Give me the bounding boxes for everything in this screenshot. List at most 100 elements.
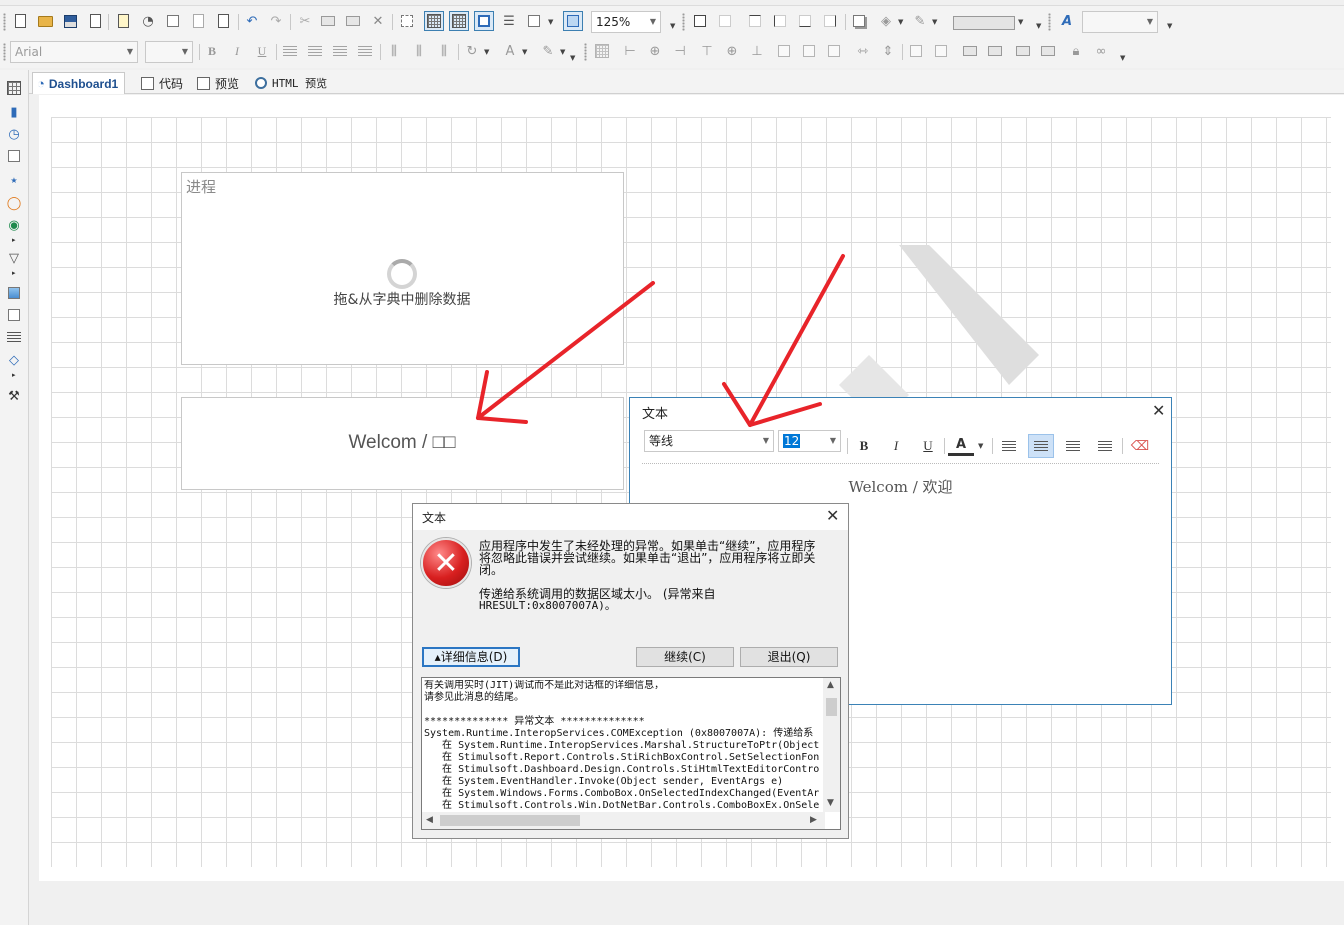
move-forward-button[interactable]	[960, 41, 980, 61]
rotate-button[interactable]: ↻	[462, 41, 482, 61]
editor-italic-button[interactable]: I	[883, 434, 909, 458]
editor-font-combo[interactable]: 等线 ▼	[644, 430, 774, 452]
cut-button[interactable]: ✂	[295, 11, 315, 31]
editor-font-size-combo[interactable]: 12 ▼	[778, 430, 841, 452]
details-textbox[interactable]: 有关调用实时(JIT)调试而不是此对话框的详细信息， 请参见此消息的结尾。 ***…	[421, 677, 841, 830]
move-backward-button[interactable]	[985, 41, 1005, 61]
space-horizontal-button[interactable]: ⇿	[853, 41, 873, 61]
border-left-button[interactable]	[770, 11, 790, 31]
bring-to-front-button[interactable]	[906, 41, 926, 61]
chart-icon[interactable]: ▮	[6, 104, 22, 120]
new-report-button[interactable]	[10, 11, 30, 31]
print-preview-button[interactable]	[85, 11, 105, 31]
chevron-down-icon[interactable]: ▼	[898, 18, 903, 26]
align-middles-button[interactable]: ⊕	[722, 41, 742, 61]
shadow-button[interactable]	[849, 11, 869, 31]
center-horizontal-button[interactable]	[774, 41, 794, 61]
indicator-icon[interactable]: ★	[6, 172, 22, 188]
pivot-icon[interactable]	[6, 148, 22, 164]
text-widget[interactable]: Welcom / □□	[181, 397, 624, 490]
toolbar-overflow-icon[interactable]: ▼	[1036, 22, 1041, 30]
zoom-fit-button[interactable]	[563, 11, 583, 31]
align-to-grid-button[interactable]	[449, 11, 469, 31]
editor-clear-format-button[interactable]: ⌫	[1127, 434, 1153, 458]
show-headers-button[interactable]	[474, 11, 494, 31]
gauge-icon[interactable]: ◷	[6, 126, 22, 142]
editor-font-color-button[interactable]: A	[948, 436, 974, 456]
map-icon[interactable]: ◉	[6, 217, 22, 233]
editor-underline-button[interactable]: U	[915, 434, 941, 458]
underline-button[interactable]: U	[252, 41, 272, 61]
font-family-combo[interactable]: Arial ▼	[10, 41, 138, 63]
tab-preview[interactable]: 预览	[197, 72, 239, 94]
border-bottom-button[interactable]	[795, 11, 815, 31]
align-top-button[interactable]: ⫼	[384, 41, 404, 61]
editor-align-justify-button[interactable]	[1092, 434, 1118, 458]
line-style-combo[interactable]	[953, 16, 1015, 30]
tab-code[interactable]: 代码	[141, 72, 183, 94]
select-all-button[interactable]	[397, 11, 417, 31]
text-color-button[interactable]: A	[500, 41, 520, 61]
table-icon[interactable]	[6, 80, 22, 96]
toolbar-overflow-icon[interactable]: ▼	[1120, 54, 1125, 62]
align-lefts-button[interactable]: ⊢	[620, 41, 640, 61]
border-color-button[interactable]: ✎	[910, 11, 930, 31]
editor-text-area[interactable]: Welcom / 欢迎	[630, 476, 1171, 497]
link-button[interactable]: ∞	[1091, 41, 1111, 61]
close-icon[interactable]: ✕	[1152, 403, 1165, 419]
tab-dashboard1[interactable]: ◔ Dashboard1	[32, 72, 126, 94]
scroll-thumb[interactable]	[440, 815, 580, 826]
copy-button[interactable]	[318, 11, 338, 31]
editor-bold-button[interactable]: B	[851, 434, 877, 458]
chevron-down-icon[interactable]: ▼	[978, 442, 983, 450]
center-vertical-button[interactable]	[799, 41, 819, 61]
progress-widget[interactable]: 进程 拖&从字典中删除数据	[181, 172, 624, 365]
toolbar-overflow-icon[interactable]: ▼	[1167, 22, 1172, 30]
editor-align-right-button[interactable]	[1060, 434, 1086, 458]
layout-button[interactable]	[524, 11, 544, 31]
align-bottoms-button[interactable]: ⊥	[747, 41, 767, 61]
details-button[interactable]: ▴详细信息(D)	[422, 647, 520, 667]
delete-button[interactable]: ✕	[368, 11, 388, 31]
scroll-up-icon[interactable]: ▲	[827, 680, 834, 690]
layout-dropdown-icon[interactable]: ▼	[548, 18, 553, 26]
border-right-button[interactable]	[820, 11, 840, 31]
new-dashboard-button[interactable]: ◔	[138, 11, 158, 31]
page-setup-button[interactable]	[213, 11, 233, 31]
align-middle-button[interactable]: ⫼	[409, 41, 429, 61]
ungroup-button[interactable]	[1038, 41, 1058, 61]
tools-icon[interactable]: ⚒	[6, 388, 22, 404]
scroll-right-icon[interactable]: ▶	[810, 815, 817, 825]
style-combo[interactable]: ▼	[1082, 11, 1158, 33]
expand-arrow-icon[interactable]: ▸	[12, 371, 16, 379]
zoom-combo[interactable]: 125% ▼	[591, 11, 661, 33]
horizontal-scrollbar[interactable]: ◀ ▶	[422, 812, 825, 829]
send-to-back-button[interactable]	[931, 41, 951, 61]
chevron-down-icon[interactable]: ▼	[1018, 18, 1023, 26]
toolbar-overflow-icon[interactable]: ▼	[670, 22, 675, 30]
make-same-size-button[interactable]	[824, 41, 844, 61]
italic-button[interactable]: I	[227, 41, 247, 61]
highlight-button[interactable]: ✎	[538, 41, 558, 61]
font-size-combo[interactable]: ▼	[145, 41, 193, 63]
new-form-button[interactable]	[163, 11, 183, 31]
bold-button[interactable]: B	[202, 41, 222, 61]
close-icon[interactable]: ✕	[826, 508, 839, 524]
group-button[interactable]	[1013, 41, 1033, 61]
toolbar-grip[interactable]	[3, 13, 6, 31]
border-top-button[interactable]	[745, 11, 765, 31]
tab-html-preview[interactable]: HTML 预览	[255, 72, 327, 94]
editor-align-center-button[interactable]	[1028, 434, 1054, 458]
undo-button[interactable]: ↶	[242, 11, 262, 31]
redo-button[interactable]: ↷	[266, 11, 286, 31]
toolbar-grip[interactable]	[682, 13, 685, 31]
shape-icon[interactable]: ◇	[6, 352, 22, 368]
align-centers-button[interactable]: ⊕	[645, 41, 665, 61]
quit-button[interactable]: 退出(Q)	[740, 647, 838, 667]
progress-icon[interactable]: ◯	[6, 195, 22, 211]
style-designer-button[interactable]: A	[1057, 11, 1077, 31]
filter-icon[interactable]: ▽	[6, 250, 22, 266]
align-right-button[interactable]	[330, 41, 350, 61]
align-justify-button[interactable]	[355, 41, 375, 61]
toolbar-grip[interactable]	[584, 43, 587, 61]
